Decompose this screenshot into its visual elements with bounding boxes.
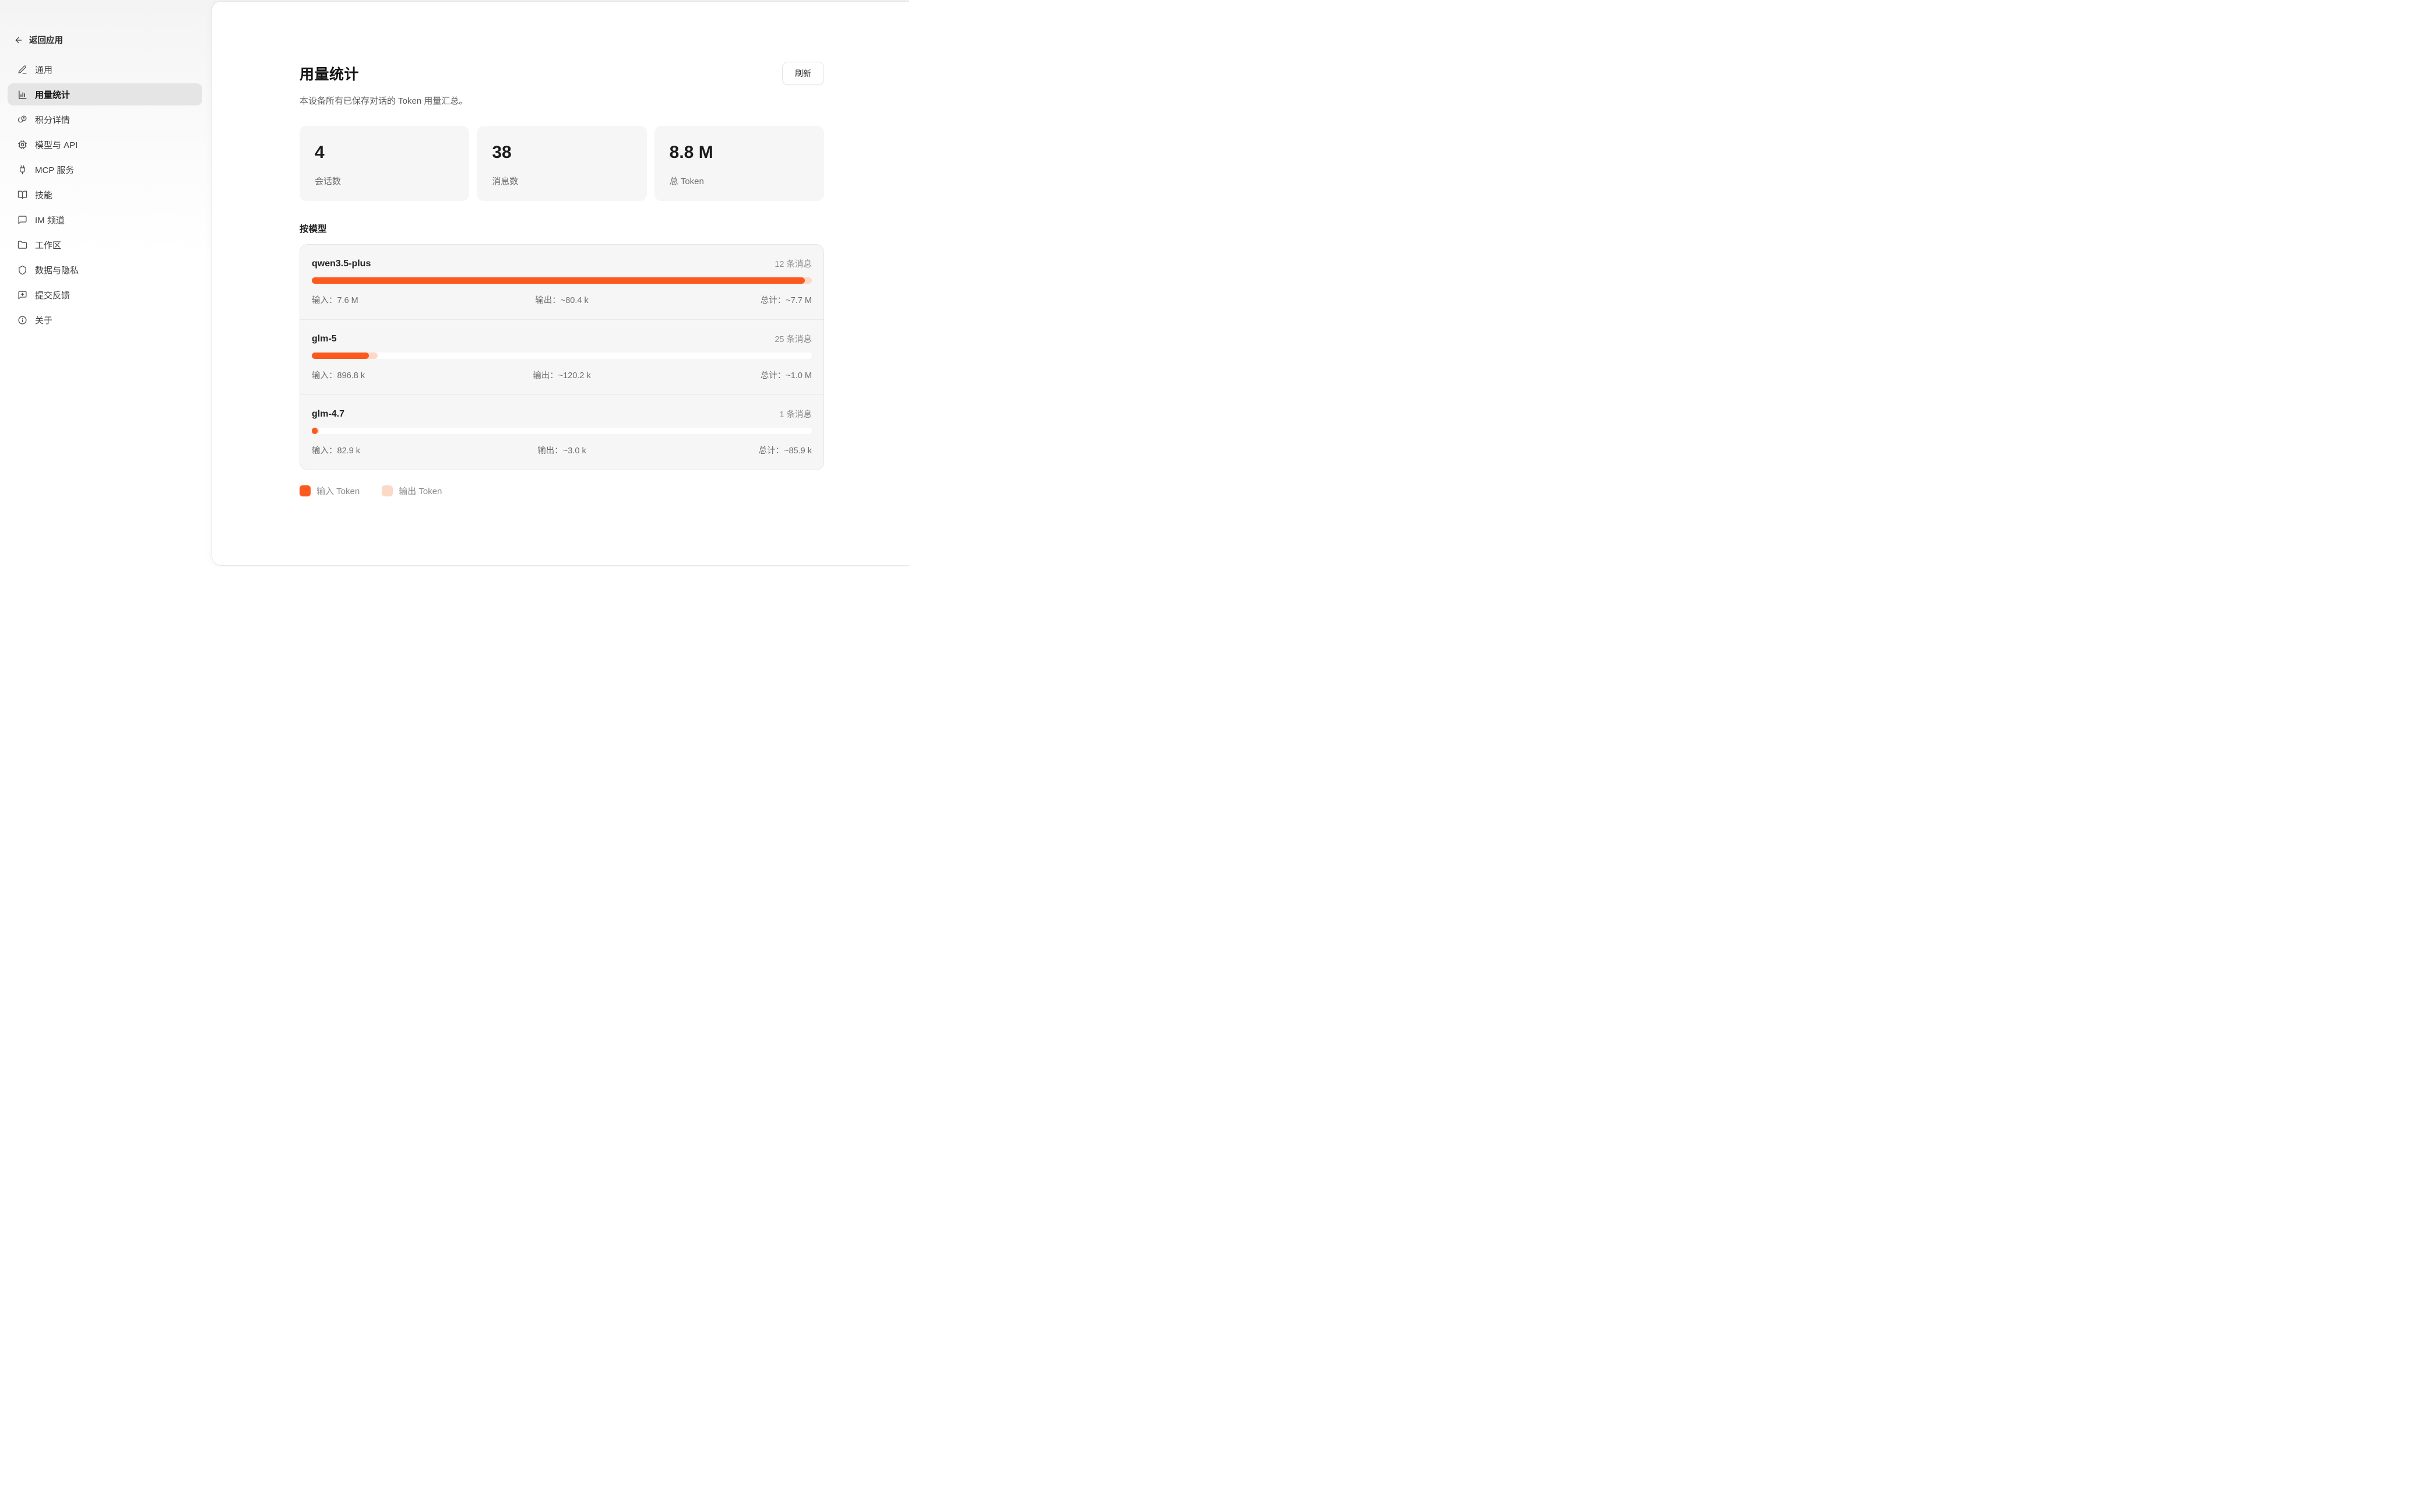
input-tokens-stat: 输入：7.6 M <box>312 294 478 306</box>
legend-item: 输入 Token <box>300 485 360 497</box>
main-panel: 用量统计 刷新 本设备所有已保存对话的 Token 用量汇总。 4 会话数 38… <box>212 1 909 566</box>
summary-card: 38 消息数 <box>477 126 646 201</box>
settings-window: 返回应用 通用 用量统计 积分详情 模型与 API MCP 服务 技能 IM 频… <box>0 0 909 567</box>
output-tokens-stat: 输出：~80.4 k <box>478 294 645 306</box>
input-token-bar-segment <box>312 277 805 284</box>
chat-bubble-icon <box>17 215 27 225</box>
sidebar-item-mcp[interactable]: MCP 服务 <box>8 158 202 181</box>
summary-cards: 4 会话数 38 消息数 8.8 M 总 Token <box>300 126 824 201</box>
summary-label: 总 Token <box>670 175 809 187</box>
input-tokens-stat: 输入：82.9 k <box>312 444 478 456</box>
page-title: 用量统计 <box>300 63 359 84</box>
model-usage-row: qwen3.5-plus 12 条消息 输入：7.6 M 输出：~80.4 k … <box>300 245 823 319</box>
output-tokens-stat: 输出：~120.2 k <box>478 369 645 381</box>
sidebar-item-label: IM 频道 <box>35 214 65 226</box>
input-tokens-stat: 输入：896.8 k <box>312 369 478 381</box>
token-usage-bar <box>312 353 812 359</box>
sidebar-item-label: 工作区 <box>35 239 61 251</box>
sidebar-item-privacy[interactable]: 数据与隐私 <box>8 259 202 281</box>
model-name: qwen3.5-plus <box>312 259 371 269</box>
model-usage-row: glm-4.7 1 条消息 输入：82.9 k 输出：~3.0 k 总计：~85… <box>300 394 823 470</box>
sidebar-item-general[interactable]: 通用 <box>8 58 202 80</box>
book-open-icon <box>17 190 27 200</box>
model-name: glm-4.7 <box>312 409 344 420</box>
sidebar-item-label: 通用 <box>35 64 52 76</box>
sidebar-item-workspace[interactable]: 工作区 <box>8 234 202 256</box>
sidebar-item-label: 提交反馈 <box>35 289 70 301</box>
sidebar-item-credits[interactable]: 积分详情 <box>8 108 202 131</box>
model-usage-row: glm-5 25 条消息 输入：896.8 k 输出：~120.2 k 总计：~… <box>300 319 823 394</box>
legend-label: 输出 Token <box>399 485 442 497</box>
sidebar-item-im[interactable]: IM 频道 <box>8 209 202 231</box>
summary-value: 38 <box>492 143 631 163</box>
legend-item: 输出 Token <box>382 485 442 497</box>
total-tokens-stat: 总计：~85.9 k <box>645 444 812 456</box>
sidebar-item-label: 关于 <box>35 314 52 326</box>
model-message-count: 25 条消息 <box>775 333 812 345</box>
sidebar-item-label: 积分详情 <box>35 114 70 126</box>
by-model-section-title: 按模型 <box>300 222 824 235</box>
summary-value: 8.8 M <box>670 143 809 163</box>
refresh-button[interactable]: 刷新 <box>782 62 824 85</box>
back-to-app-button[interactable]: 返回应用 <box>14 34 212 46</box>
summary-card: 4 会话数 <box>300 126 469 201</box>
pencil-icon <box>17 65 27 75</box>
info-icon <box>17 315 27 325</box>
sidebar-item-label: 数据与隐私 <box>35 264 79 276</box>
summary-label: 会话数 <box>315 175 454 187</box>
input-token-swatch <box>300 485 311 496</box>
chip-icon <box>17 140 27 150</box>
sidebar-item-models[interactable]: 模型与 API <box>8 133 202 156</box>
sidebar-item-usage[interactable]: 用量统计 <box>8 83 202 105</box>
summary-value: 4 <box>315 143 454 163</box>
output-token-swatch <box>382 485 393 496</box>
plug-icon <box>17 165 27 175</box>
summary-card: 8.8 M 总 Token <box>654 126 824 201</box>
input-token-bar-segment <box>312 353 369 359</box>
back-to-app-label: 返回应用 <box>29 34 63 46</box>
sidebar-nav: 通用 用量统计 积分详情 模型与 API MCP 服务 技能 IM 频道 工作区… <box>0 58 212 331</box>
coins-icon <box>17 115 27 125</box>
arrow-left-icon <box>14 36 23 45</box>
model-message-count: 12 条消息 <box>775 258 812 270</box>
summary-label: 消息数 <box>492 175 631 187</box>
legend: 输入 Token 输出 Token <box>300 485 824 497</box>
model-name: glm-5 <box>312 334 337 344</box>
sidebar-item-skills[interactable]: 技能 <box>8 184 202 206</box>
bar-chart-icon <box>17 90 27 100</box>
message-plus-icon <box>17 290 27 300</box>
sidebar: 返回应用 通用 用量统计 积分详情 模型与 API MCP 服务 技能 IM 频… <box>0 0 212 567</box>
folder-icon <box>17 240 27 250</box>
sidebar-item-label: 用量统计 <box>35 89 70 101</box>
total-tokens-stat: 总计：~1.0 M <box>645 369 812 381</box>
model-message-count: 1 条消息 <box>779 408 812 420</box>
usage-page: 用量统计 刷新 本设备所有已保存对话的 Token 用量汇总。 4 会话数 38… <box>212 2 909 497</box>
shield-icon <box>17 265 27 275</box>
page-subtitle: 本设备所有已保存对话的 Token 用量汇总。 <box>300 94 824 107</box>
token-usage-bar <box>312 428 812 434</box>
sidebar-item-about[interactable]: 关于 <box>8 309 202 331</box>
legend-label: 输入 Token <box>316 485 360 497</box>
sidebar-item-label: 模型与 API <box>35 139 78 151</box>
sidebar-item-label: 技能 <box>35 189 52 201</box>
output-tokens-stat: 输出：~3.0 k <box>478 444 645 456</box>
sidebar-item-feedback[interactable]: 提交反馈 <box>8 284 202 306</box>
models-card: qwen3.5-plus 12 条消息 输入：7.6 M 输出：~80.4 k … <box>300 244 824 470</box>
total-tokens-stat: 总计：~7.7 M <box>645 294 812 306</box>
sidebar-item-label: MCP 服务 <box>35 164 74 176</box>
token-usage-bar <box>312 277 812 284</box>
